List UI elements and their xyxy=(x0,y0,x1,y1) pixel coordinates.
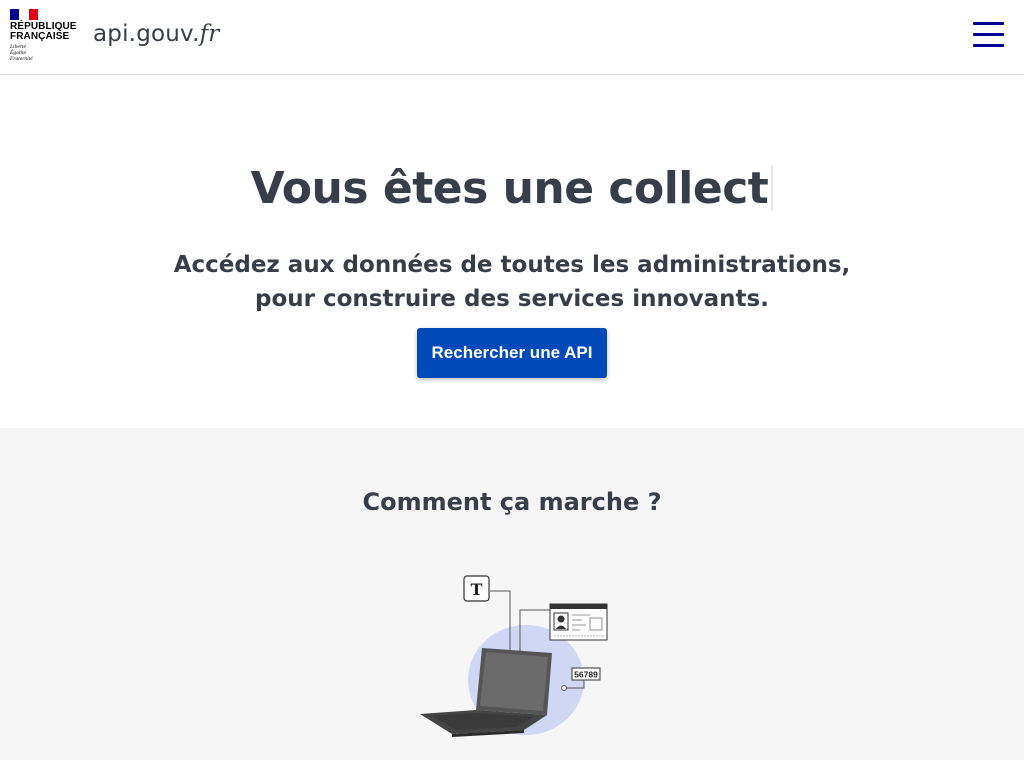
francaise-line: FRANÇAISE xyxy=(10,31,70,42)
hero-subtitle: Accédez aux données de toutes les admini… xyxy=(0,248,1024,316)
site-name-fr: fr xyxy=(199,21,220,47)
devise-fraternite: Fraternité xyxy=(10,56,33,62)
number-badge-text: 56789 xyxy=(574,670,598,680)
text-badge-letter: T xyxy=(471,580,483,599)
site-name-main: api.gouv. xyxy=(93,21,200,47)
french-flag-icon xyxy=(10,9,38,20)
hamburger-menu-icon[interactable] xyxy=(973,22,1005,48)
how-it-works-title: Comment ça marche ? xyxy=(362,488,662,516)
hero-subtitle-line-1: Accédez aux données de toutes les admini… xyxy=(173,252,851,278)
typing-caret xyxy=(771,165,774,211)
devise: Liberté Égalité Fraternité xyxy=(10,44,76,62)
republique-francaise-label: RÉPUBLIQUE FRANÇAISE xyxy=(10,22,76,42)
how-it-works-section: Comment ça marche ? T 56789 xyxy=(0,428,1024,760)
hero-title-text: Vous êtes une collect xyxy=(250,163,769,214)
site-header: RÉPUBLIQUE FRANÇAISE Liberté Égalité Fra… xyxy=(0,0,1024,75)
hero-title: Vous êtes une collect xyxy=(0,163,1024,214)
hero-section: Vous êtes une collect Accédez aux donnée… xyxy=(0,76,1024,428)
laptop-data-illustration: T 56789 xyxy=(420,575,608,737)
marianne-logo[interactable]: RÉPUBLIQUE FRANÇAISE Liberté Égalité Fra… xyxy=(10,9,76,69)
site-name-link[interactable]: api.gouv.fr xyxy=(93,21,220,47)
hero-subtitle-line-2: pour construire des services innovants. xyxy=(255,286,769,312)
search-api-button[interactable]: Rechercher une API xyxy=(417,328,607,378)
connector-dot xyxy=(561,685,567,691)
